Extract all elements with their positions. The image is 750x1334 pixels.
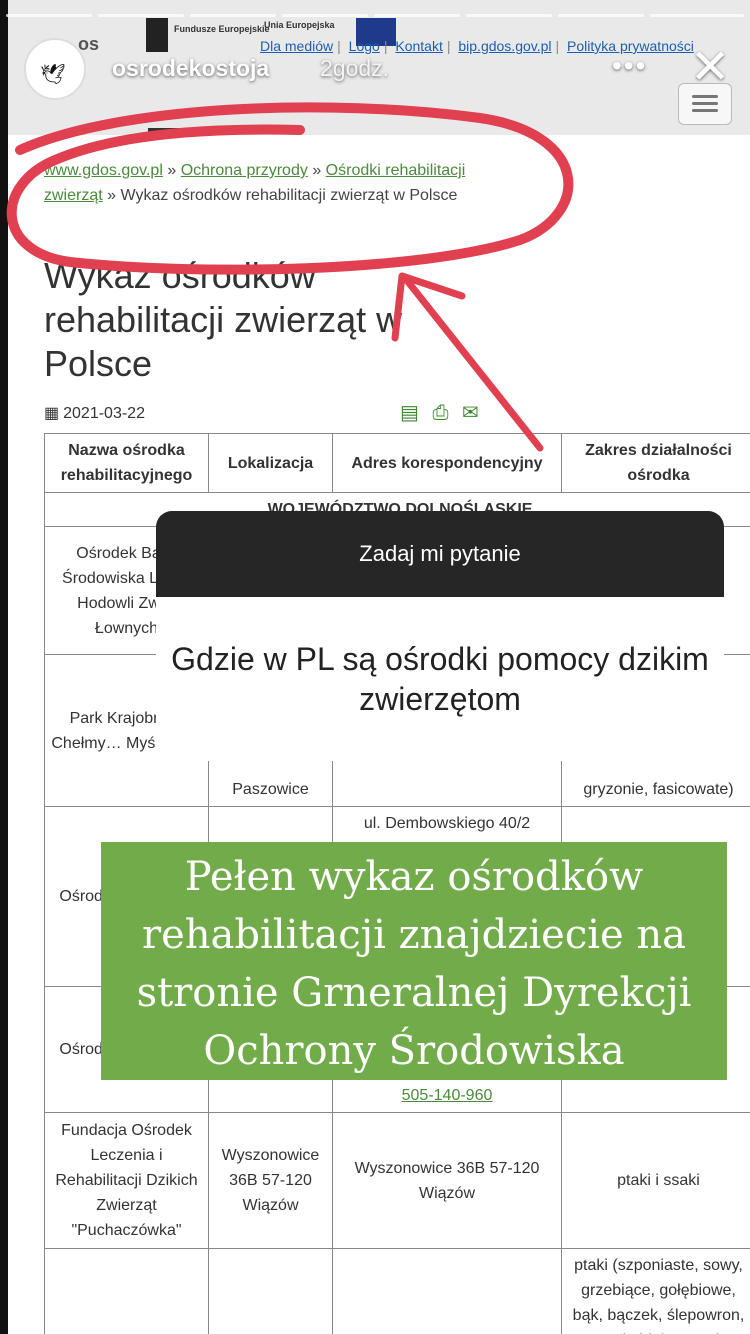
story-time: 2godz. <box>320 55 390 81</box>
eu-union-text: Unia Europejska <box>264 20 335 30</box>
breadcrumb-home[interactable]: www.gdos.gov.pl <box>44 162 163 179</box>
breadcrumb-nature[interactable]: Ochrona przyrody <box>181 162 308 179</box>
print-icon[interactable]: ⎙ <box>432 402 448 424</box>
link-media[interactable]: Dla mediów <box>260 38 333 54</box>
link-logo[interactable]: Logo <box>349 38 380 54</box>
question-sticker[interactable]: Zadaj mi pytanie Gdzie w PL są ośrodki p… <box>156 511 724 761</box>
phone-link[interactable]: 505-140-960 <box>402 1087 493 1104</box>
link-bip[interactable]: bip.gdos.gov.pl <box>458 38 551 54</box>
email-icon[interactable]: ✉ <box>462 402 479 424</box>
close-icon[interactable]: ✕ <box>690 44 730 92</box>
profile-avatar[interactable]: 🕊 <box>24 38 86 100</box>
publish-date: ▦ 2021-03-22 <box>44 405 145 422</box>
col-address: Adres korespondencyjny <box>332 433 562 493</box>
story-progress-bars <box>0 14 750 18</box>
pdf-icon[interactable]: ▤ <box>400 402 419 424</box>
breadcrumb: www.gdos.gov.pl » Ochrona przyrody » Ośr… <box>44 162 466 204</box>
breadcrumb-current: Wykaz ośrodków rehabilitacji zwierząt w … <box>120 187 458 204</box>
question-sticker-header: Zadaj mi pytanie <box>156 511 724 597</box>
col-location: Lokalizacja <box>208 433 333 493</box>
document-actions: ▤ ⎙ ✉ <box>400 400 487 425</box>
link-contact[interactable]: Kontakt <box>395 38 442 54</box>
more-options-icon[interactable]: ••• <box>612 50 647 82</box>
story-username[interactable]: osrodekostoja <box>112 55 269 82</box>
table-row: Fundacja Ośrodek Leczenia i Rehabilitacj… <box>44 1112 750 1249</box>
col-scope: Zakres działalności ośrodka <box>561 433 750 493</box>
col-name: Nazwa ośrodka rehabilitacyjnego <box>44 433 209 493</box>
calendar-icon: ▦ <box>44 405 60 422</box>
nav-tab-indicator <box>148 128 212 135</box>
story-caption: Pełen wykaz ośrodków rehabilitacji znajd… <box>101 842 727 1080</box>
table-row: ptaki (szponiaste, sowy, grzebiące, gołę… <box>44 1248 750 1334</box>
bird-logo-icon: 🕊 <box>40 64 66 86</box>
question-sticker-text: Gdzie w PL są ośrodki pomocy dzikim zwie… <box>171 641 709 717</box>
eu-funds-mark <box>146 18 168 52</box>
eu-funds-text: Fundusze Europejskie <box>174 24 270 34</box>
page-title: Wykaz ośrodków rehabilitacji zwierząt w … <box>44 255 403 384</box>
